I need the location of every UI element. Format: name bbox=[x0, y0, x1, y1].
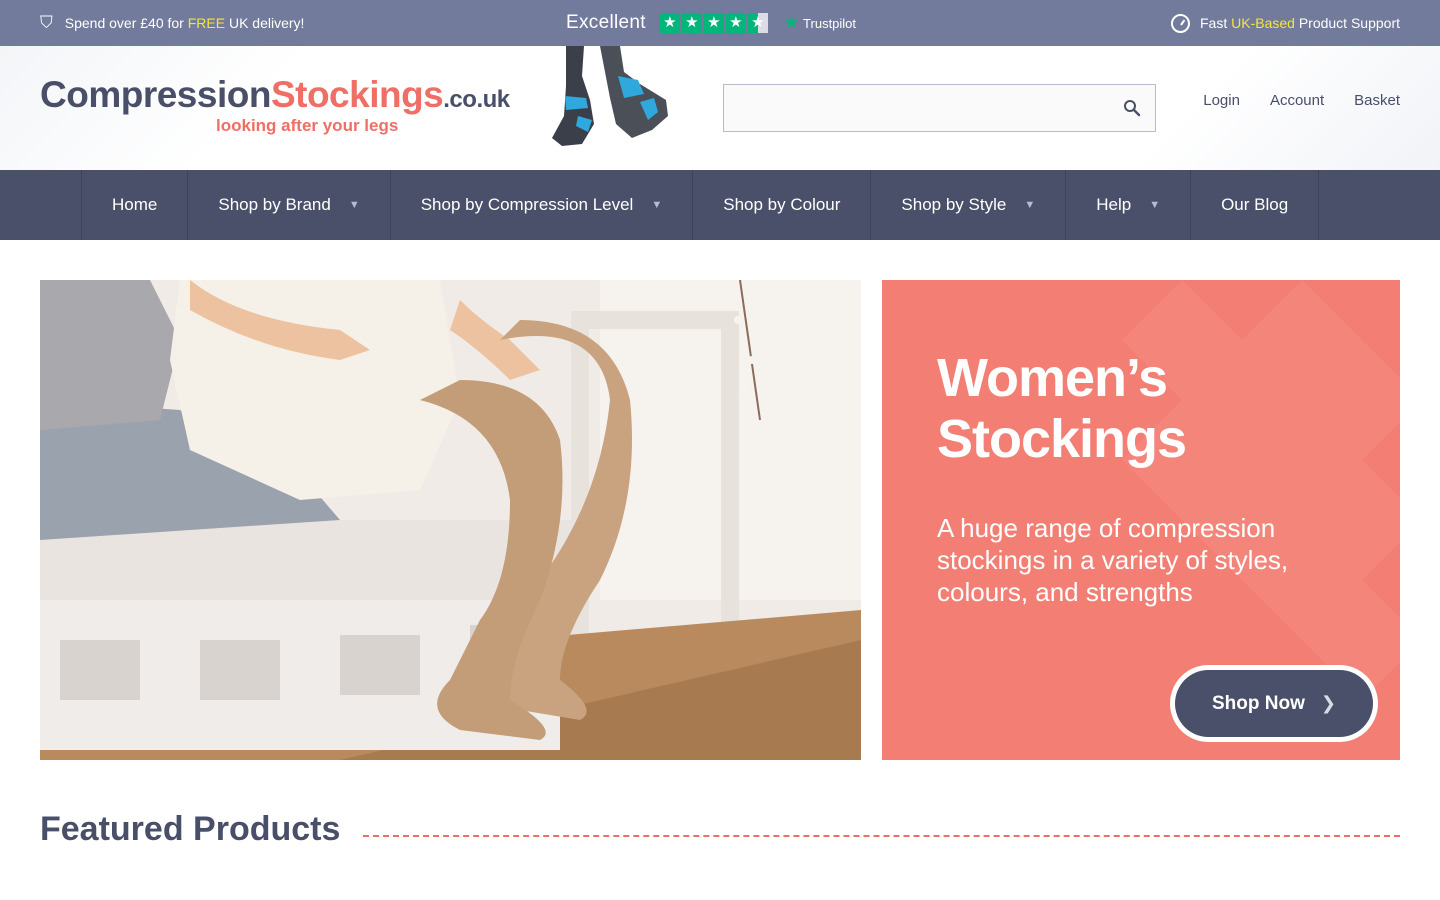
site-logo[interactable]: CompressionStockings.co.uk looking after… bbox=[40, 74, 510, 136]
hero-description: A huge range of compression stockings in… bbox=[937, 513, 1289, 607]
dashed-divider bbox=[363, 835, 1400, 837]
trustpilot-logo: ★ Trustpilot bbox=[784, 13, 856, 33]
trustpilot-label: Trustpilot bbox=[803, 15, 857, 31]
support-info: Fast UK-Based Product Support bbox=[1171, 0, 1400, 46]
star-icon: ★ bbox=[703, 13, 724, 33]
rating-stars: ★ ★ ★ ★ ★ bbox=[659, 13, 768, 33]
star-icon: ★ bbox=[659, 13, 680, 33]
chevron-down-icon: ▼ bbox=[1149, 199, 1161, 211]
hero-title: Women’s Stockings bbox=[937, 348, 1187, 469]
section-title: Featured Products bbox=[40, 810, 341, 848]
nav-item-shop-by-colour[interactable]: Shop by Colour bbox=[693, 170, 872, 240]
shop-now-button[interactable]: Shop Now ❯ bbox=[1170, 665, 1378, 742]
nav-item-label: Shop by Style bbox=[901, 195, 1007, 214]
nav-item-label: Shop by Colour bbox=[723, 195, 841, 214]
nav-item-label: Home bbox=[112, 195, 158, 214]
chevron-down-icon: ▼ bbox=[1024, 199, 1036, 211]
logo-tagline: looking after your legs bbox=[216, 116, 399, 135]
nav-item-home[interactable]: Home bbox=[82, 170, 189, 240]
featured-products-section: Featured Products bbox=[40, 810, 1400, 860]
nav-item-label: Shop by Compression Level bbox=[420, 195, 634, 214]
nav-item-shop-by-style[interactable]: Shop by Style ▼ bbox=[871, 170, 1067, 240]
search-input[interactable] bbox=[724, 85, 1155, 131]
site-header: CompressionStockings.co.uk looking after… bbox=[0, 46, 1440, 170]
nav-item-shop-by-brand[interactable]: Shop by Brand ▼ bbox=[188, 170, 391, 240]
nav-item-our-blog[interactable]: Our Blog bbox=[1191, 170, 1320, 240]
logo-wordmark: CompressionStockings.co.uk bbox=[40, 74, 510, 115]
account-links: Login Account Basket bbox=[1203, 92, 1400, 109]
chevron-down-icon: ▼ bbox=[651, 199, 663, 211]
nav-item-shop-by-compression-level[interactable]: Shop by Compression Level ▼ bbox=[391, 170, 694, 240]
delivery-promo-text: Spend over £40 for FREE UK delivery! bbox=[64, 15, 305, 31]
sock-illustration bbox=[552, 46, 668, 146]
delivery-promo: ⛉ Spend over £40 for FREE UK delivery! bbox=[40, 0, 304, 46]
rating-label: Excellent bbox=[566, 12, 646, 33]
account-link[interactable]: Account bbox=[1270, 92, 1324, 109]
basket-link[interactable]: Basket bbox=[1354, 92, 1400, 109]
clock-icon bbox=[1171, 13, 1190, 33]
login-link[interactable]: Login bbox=[1203, 92, 1240, 109]
shop-now-label: Shop Now bbox=[1212, 692, 1305, 714]
chevron-down-icon: ▼ bbox=[348, 199, 360, 211]
trustpilot-star-icon: ★ bbox=[783, 13, 800, 32]
hero-image[interactable] bbox=[40, 280, 861, 760]
search-box bbox=[723, 84, 1156, 132]
nav-item-label: Our Blog bbox=[1221, 195, 1289, 214]
star-icon: ★ bbox=[681, 13, 702, 33]
nav-item-help[interactable]: Help ▼ bbox=[1066, 170, 1192, 240]
delivery-badge-icon: ⛉ bbox=[40, 13, 53, 32]
nav-item-label: Shop by Brand bbox=[218, 195, 331, 214]
half-star-icon: ★ bbox=[747, 13, 768, 33]
support-text: Fast UK-Based Product Support bbox=[1200, 15, 1400, 31]
womens-stockings-promo[interactable]: Women’s Stockings A huge range of compre… bbox=[882, 280, 1400, 760]
star-icon: ★ bbox=[725, 13, 746, 33]
search-icon[interactable] bbox=[1123, 99, 1141, 117]
hero-photo-illustration bbox=[40, 280, 861, 760]
trustpilot-rating[interactable]: Excellent ★ ★ ★ ★ ★ ★ Trustpilot bbox=[566, 0, 856, 46]
top-bar: ⛉ Spend over £40 for FREE UK delivery! E… bbox=[0, 0, 1440, 46]
chevron-right-icon: ❯ bbox=[1320, 693, 1336, 713]
nav-item-label: Help bbox=[1096, 195, 1132, 214]
main-nav: Home Shop by Brand ▼ Shop by Compression … bbox=[0, 170, 1440, 240]
